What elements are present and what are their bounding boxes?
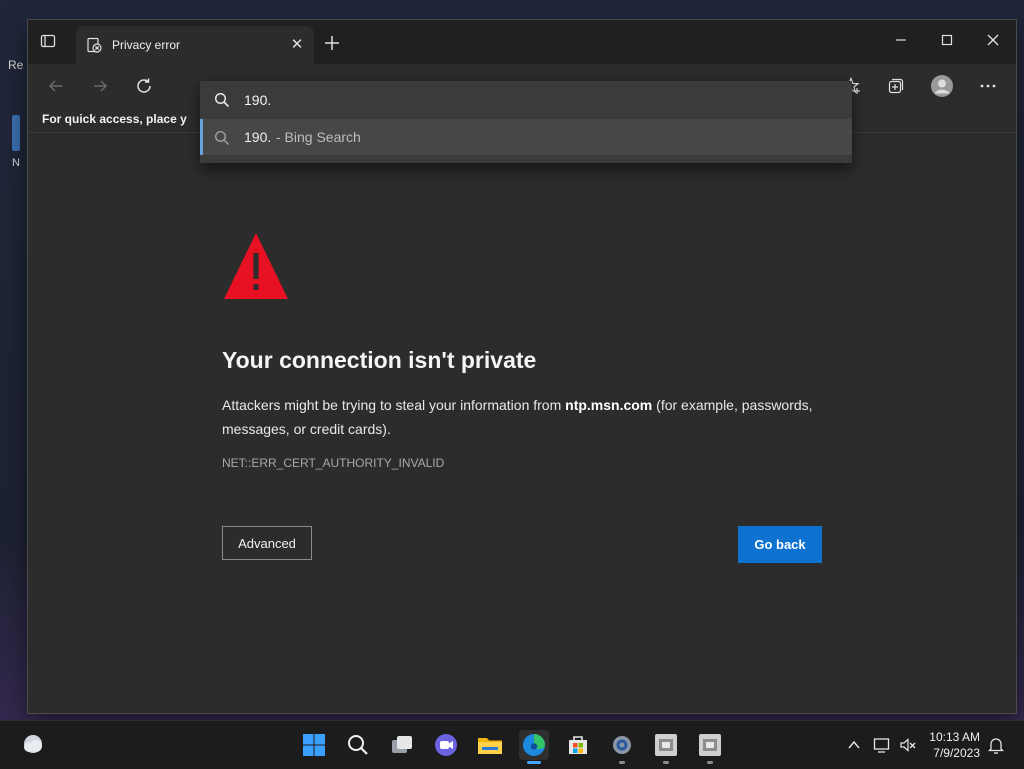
file-explorer-icon[interactable] xyxy=(475,730,505,760)
weather-widget-icon[interactable] xyxy=(18,730,48,760)
windows-start-icon[interactable] xyxy=(299,730,329,760)
notifications-icon[interactable] xyxy=(985,734,1007,756)
close-window-button[interactable] xyxy=(970,20,1016,60)
refresh-button[interactable] xyxy=(128,70,160,102)
address-input-text[interactable]: 190. xyxy=(244,92,271,108)
running-app-indicator xyxy=(707,761,713,764)
error-description: Attackers might be trying to steal your … xyxy=(222,393,832,441)
tab-privacy-error[interactable]: Privacy error ✕ xyxy=(76,26,314,64)
network-icon[interactable] xyxy=(871,734,893,756)
search-icon[interactable] xyxy=(343,730,373,760)
running-app-indicator xyxy=(663,761,669,764)
desktop-icon-label: N xyxy=(12,157,20,169)
error-title: Your connection isn't private xyxy=(222,347,537,373)
search-icon xyxy=(214,130,230,151)
new-tab-icon[interactable] xyxy=(322,33,342,53)
volume-muted-icon[interactable] xyxy=(897,734,919,756)
running-app-indicator xyxy=(619,761,625,764)
store-icon[interactable] xyxy=(563,730,593,760)
title-bar: Privacy error ✕ xyxy=(28,20,1016,64)
settings-icon[interactable] xyxy=(607,730,637,760)
minimize-button[interactable] xyxy=(878,20,924,60)
clock-date: 7/9/2023 xyxy=(933,746,980,760)
go-back-button[interactable]: Go back xyxy=(738,526,822,563)
error-description-text: Attackers might be trying to steal your … xyxy=(222,397,566,413)
warning-icon xyxy=(222,231,290,303)
favorites-bar-hint: For quick access, place y xyxy=(42,112,187,126)
selection-indicator xyxy=(200,119,203,155)
error-host: ntp.msn.com xyxy=(565,397,653,413)
app-icon[interactable] xyxy=(651,730,681,760)
task-view-icon[interactable] xyxy=(387,730,417,760)
close-tab-icon[interactable]: ✕ xyxy=(288,36,306,54)
desktop-icon-label: Re xyxy=(8,58,24,72)
app-icon[interactable] xyxy=(695,730,725,760)
address-bar-dropdown: 190. 190. - Bing Search xyxy=(200,81,852,163)
collections-icon[interactable] xyxy=(880,70,912,102)
profile-avatar[interactable] xyxy=(926,70,958,102)
chevron-up-icon[interactable] xyxy=(843,734,865,756)
maximize-button[interactable] xyxy=(924,20,970,60)
not-secure-page-icon xyxy=(86,37,102,53)
browser-window: Privacy error ✕ For quick access, place … xyxy=(28,20,1016,713)
suggestion-source: - Bing Search xyxy=(276,129,361,145)
advanced-button[interactable]: Advanced xyxy=(222,526,312,560)
more-options-icon[interactable] xyxy=(972,70,1004,102)
teams-chat-icon[interactable] xyxy=(431,730,461,760)
forward-button[interactable] xyxy=(84,70,116,102)
desktop-icon[interactable] xyxy=(12,115,20,151)
search-suggestion[interactable]: 190. - Bing Search xyxy=(200,119,852,155)
edge-icon[interactable] xyxy=(519,730,549,760)
tab-title: Privacy error xyxy=(112,38,181,52)
search-icon xyxy=(214,92,230,113)
clock-time: 10:13 AM xyxy=(929,730,980,744)
taskbar: 10:13 AM 7/9/2023 xyxy=(0,720,1024,769)
active-app-indicator xyxy=(527,761,541,764)
system-clock[interactable]: 10:13 AM 7/9/2023 xyxy=(929,729,980,761)
back-button[interactable] xyxy=(40,70,72,102)
error-page: Your connection isn't private Attackers … xyxy=(28,133,1016,713)
address-bar[interactable]: 190. xyxy=(200,81,852,119)
suggestion-query: 190. xyxy=(244,129,272,145)
error-code[interactable]: NET::ERR_CERT_AUTHORITY_INVALID xyxy=(222,456,444,470)
tab-actions-icon[interactable] xyxy=(40,33,56,49)
